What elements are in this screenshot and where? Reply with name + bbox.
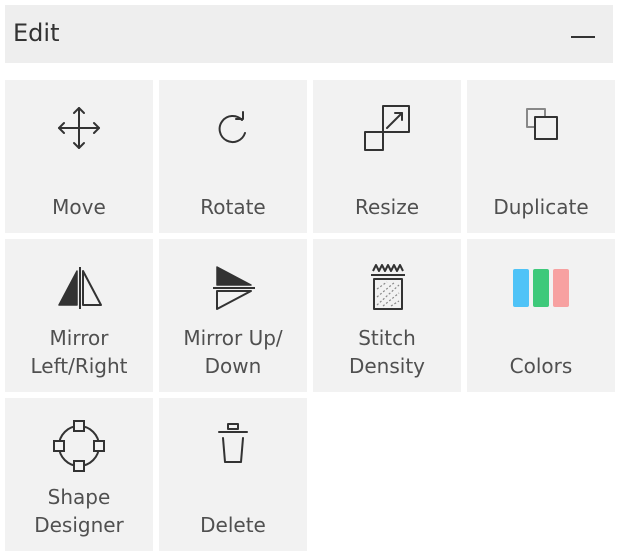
resize-button[interactable]: Resize (313, 80, 461, 233)
tool-label: Colors (509, 354, 573, 378)
trash-icon (203, 416, 263, 476)
shape-designer-icon (49, 416, 109, 476)
mirror-left-right-button[interactable]: Mirror Left/Right (5, 239, 153, 392)
tool-label: Rotate (200, 195, 266, 219)
rotate-icon (203, 98, 263, 158)
tool-label: Resize (354, 195, 420, 219)
shape-designer-button[interactable]: Shape Designer (5, 398, 153, 551)
tool-label: Mirror Left/Right (30, 326, 128, 378)
edit-panel-header: Edit (5, 5, 613, 63)
stitch-density-button[interactable]: Stitch Density (313, 239, 461, 392)
tool-label: Stitch Density (348, 326, 426, 378)
tool-label: Duplicate (493, 195, 589, 219)
duplicate-icon (511, 98, 571, 158)
mirror-horizontal-icon (49, 257, 109, 317)
move-arrows-icon (49, 98, 109, 158)
color-swatch-blue (513, 269, 529, 307)
tool-label: Delete (200, 513, 266, 537)
tool-label: Shape Designer (34, 485, 124, 537)
duplicate-button[interactable]: Duplicate (467, 80, 615, 233)
delete-button[interactable]: Delete (159, 398, 307, 551)
mirror-up-down-button[interactable]: Mirror Up/ Down (159, 239, 307, 392)
tool-label: Move (52, 195, 106, 219)
rotate-button[interactable]: Rotate (159, 80, 307, 233)
move-button[interactable]: Move (5, 80, 153, 233)
colors-icon (511, 257, 571, 317)
tool-label: Mirror Up/ Down (183, 326, 283, 378)
color-swatch-green (533, 269, 549, 307)
stitch-density-icon (357, 257, 417, 317)
collapse-button[interactable] (563, 15, 603, 53)
mirror-vertical-icon (203, 257, 263, 317)
colors-button[interactable]: Colors (467, 239, 615, 392)
edit-tools-grid: Move Rotate Resize Duplicate Mirror Left… (5, 80, 618, 551)
color-swatch-pink (553, 269, 569, 307)
resize-icon (357, 98, 417, 158)
panel-title: Edit (13, 19, 60, 47)
